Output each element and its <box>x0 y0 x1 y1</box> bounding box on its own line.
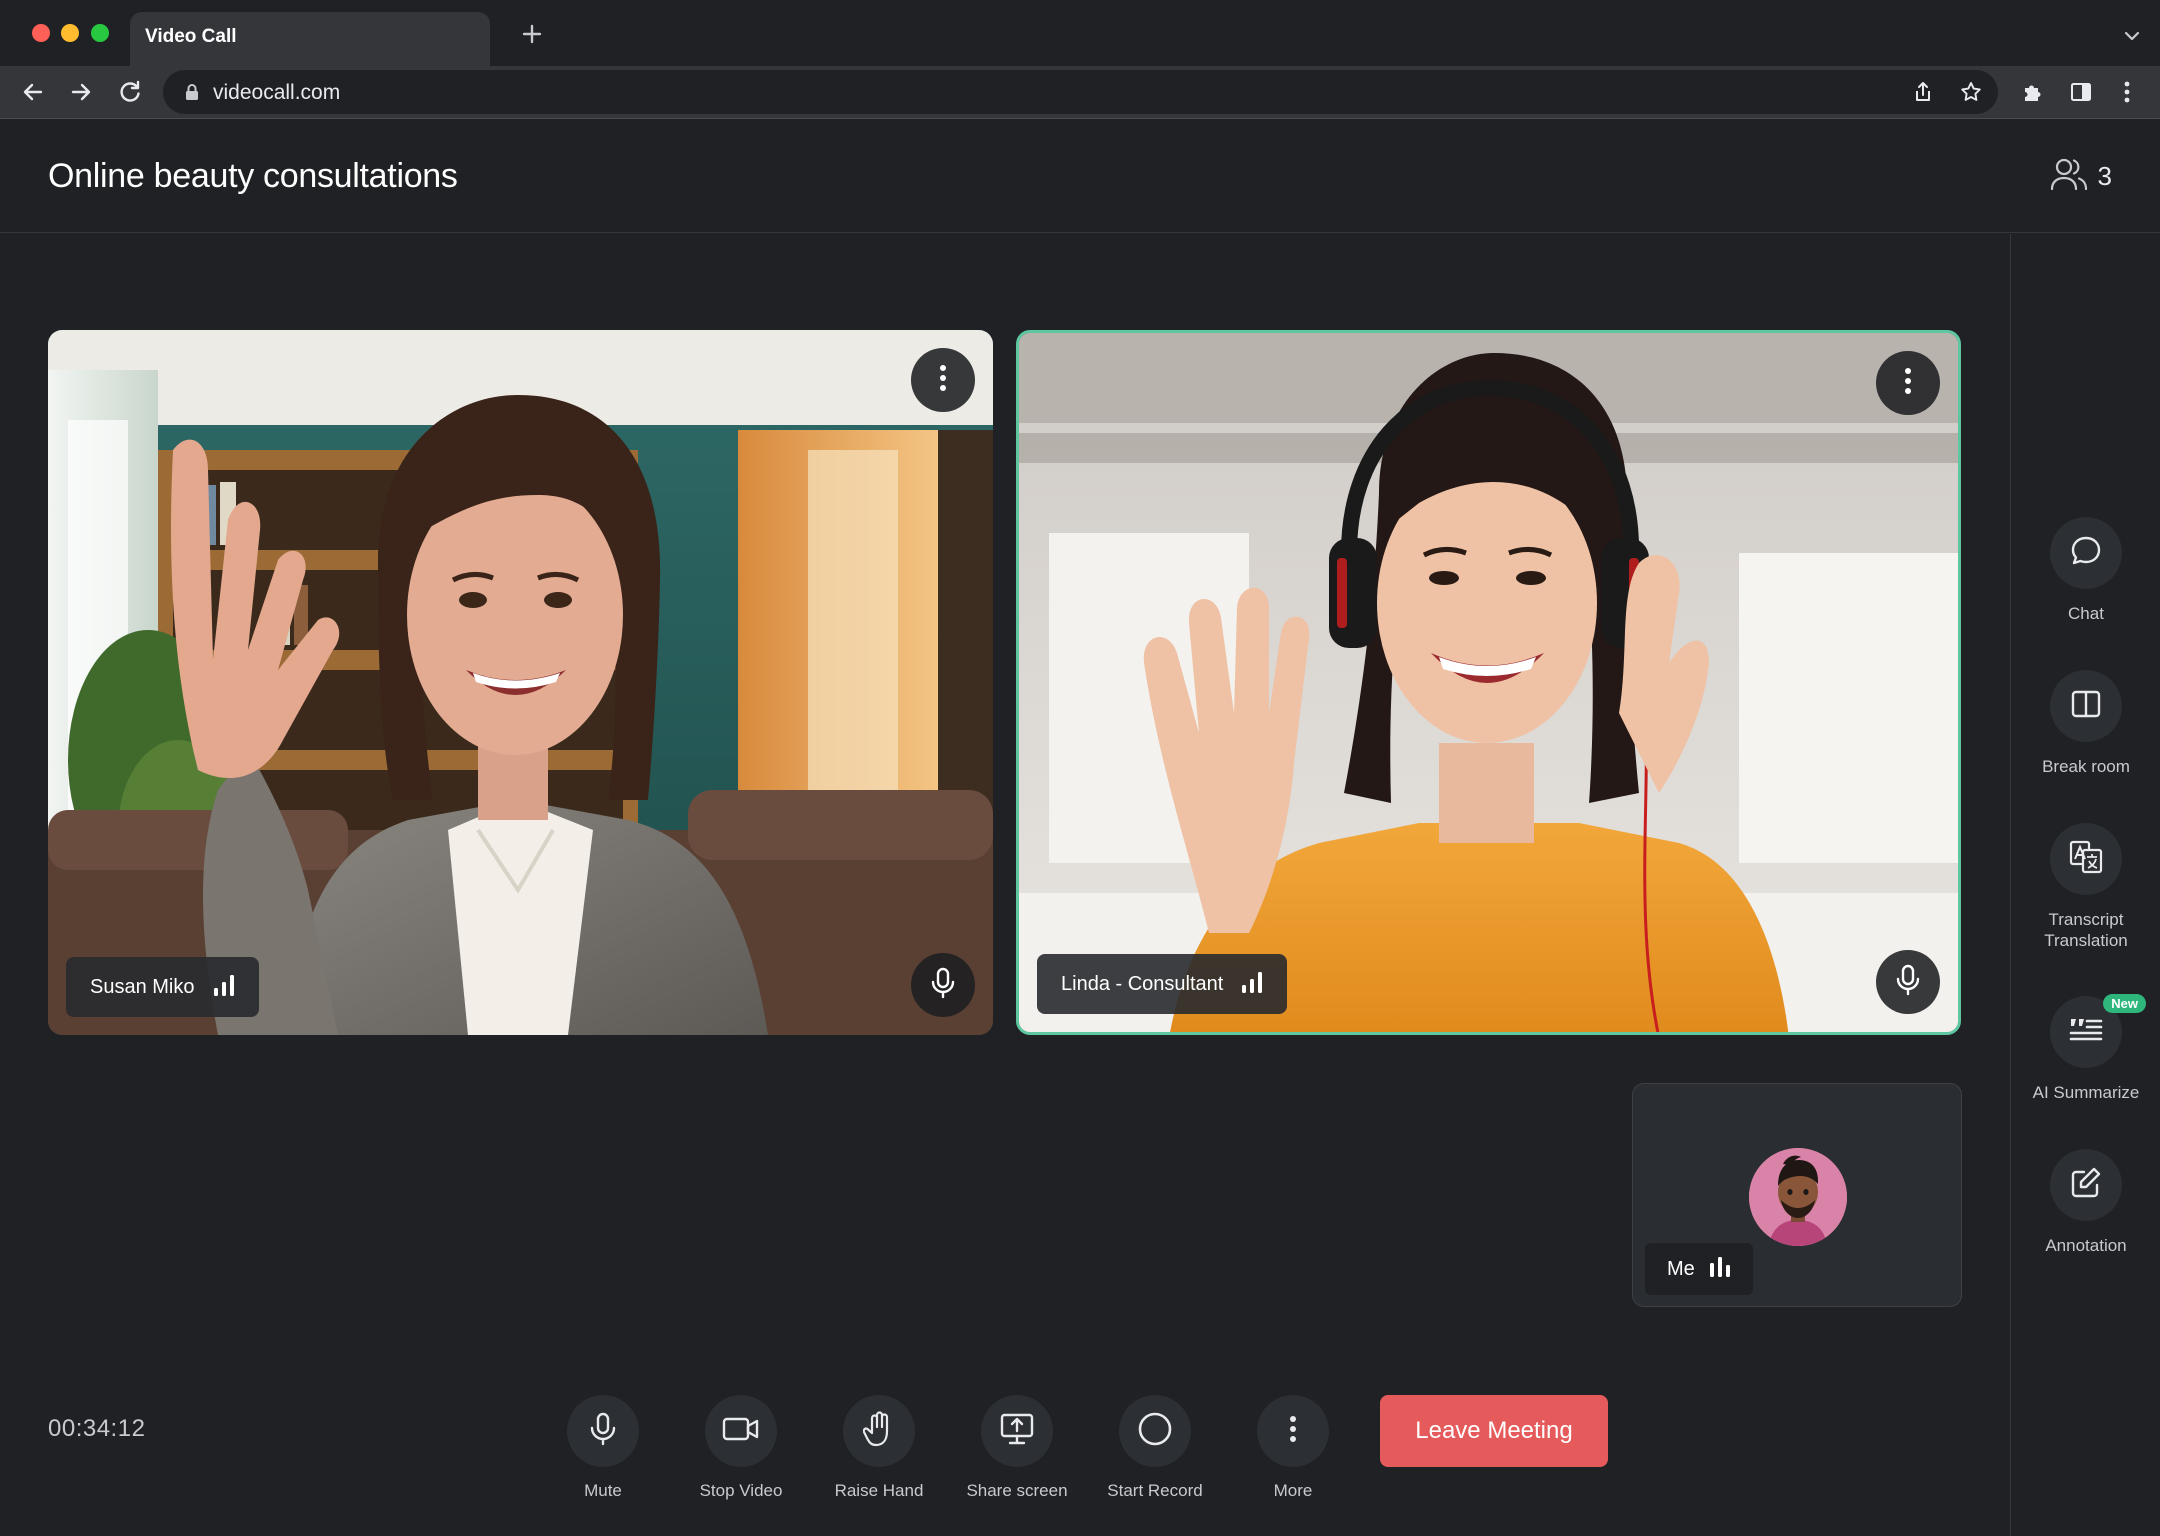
chat-icon <box>2069 534 2103 573</box>
participant-video-feed <box>48 330 993 1035</box>
stop-video-control[interactable]: Stop Video <box>676 1395 806 1501</box>
participant-mic-button[interactable] <box>911 953 975 1017</box>
participant-name-tag: Susan Miko <box>66 957 259 1017</box>
leave-meeting-button[interactable]: Leave Meeting <box>1380 1395 1608 1467</box>
more-control[interactable]: More <box>1228 1395 1358 1501</box>
ai-summarize-button[interactable]: New AI Summarize <box>2011 994 2160 1103</box>
maximize-window-button[interactable] <box>91 24 109 42</box>
more-vertical-icon <box>1288 1414 1298 1449</box>
hand-icon <box>862 1410 895 1452</box>
forward-arrow-icon[interactable] <box>66 77 96 107</box>
mute-button[interactable] <box>567 1395 639 1467</box>
microphone-icon <box>1895 964 1921 1001</box>
break-room-button-circle[interactable] <box>2050 670 2122 742</box>
extensions-puzzle-icon[interactable] <box>2018 77 2048 107</box>
self-name: Me <box>1667 1257 1695 1280</box>
minimize-window-button[interactable] <box>61 24 79 42</box>
break-room-icon <box>2069 687 2103 726</box>
participant-video-feed <box>1019 333 1958 1032</box>
chat-button-circle[interactable] <box>2050 517 2122 589</box>
annotation-button[interactable]: Annotation <box>2011 1149 2160 1256</box>
chevron-down-icon[interactable] <box>2120 24 2144 48</box>
annotation-button-circle[interactable] <box>2050 1149 2122 1221</box>
share-screen-button[interactable] <box>981 1395 1053 1467</box>
chat-button[interactable]: Chat <box>2011 517 2160 624</box>
lock-icon <box>177 77 207 107</box>
annotation-label: Annotation <box>2045 1236 2127 1255</box>
participants-button[interactable]: 3 <box>2050 157 2112 196</box>
participant-options-button[interactable] <box>1876 351 1940 415</box>
ai-summarize-button-circle[interactable]: New <box>2050 994 2146 1068</box>
participant-mic-button[interactable] <box>1876 950 1940 1014</box>
raise-hand-control[interactable]: Raise Hand <box>814 1395 944 1501</box>
tab-title: Video Call <box>145 26 237 47</box>
browser-tab[interactable]: Video Call <box>130 12 490 66</box>
microphone-icon <box>930 967 956 1004</box>
stop-video-label: Stop Video <box>699 1481 783 1500</box>
more-vertical-icon <box>1903 366 1913 401</box>
new-tab-icon[interactable] <box>518 20 546 48</box>
transcript-translation-button[interactable]: Transcript Translation <box>2011 823 2160 951</box>
self-view-tile[interactable]: Me <box>1632 1083 1962 1307</box>
close-window-button[interactable] <box>32 24 50 42</box>
avatar <box>1749 1148 1847 1246</box>
start-record-control[interactable]: Start Record <box>1090 1395 1220 1501</box>
more-vertical-icon <box>938 363 948 398</box>
share-screen-icon <box>999 1412 1035 1451</box>
share-screen-control[interactable]: Share screen <box>952 1395 1082 1501</box>
side-panel-icon[interactable] <box>2066 77 2096 107</box>
address-bar[interactable]: videocall.com <box>163 70 1998 114</box>
tools-sidebar: Chat Break room Transcript Translation N… <box>2010 234 2160 1536</box>
mute-control[interactable]: Mute <box>538 1395 668 1501</box>
bookmark-star-icon[interactable] <box>1956 77 1986 107</box>
annotation-icon <box>2069 1166 2103 1205</box>
audio-level-icon <box>1709 1255 1731 1284</box>
participant-options-button[interactable] <box>911 348 975 412</box>
participant-video-linda[interactable]: Linda - Consultant <box>1016 330 1961 1035</box>
self-name-tag: Me <box>1645 1243 1753 1295</box>
summarize-icon <box>2068 1015 2104 1050</box>
participant-name: Linda - Consultant <box>1061 972 1224 995</box>
transcript-translation-label: Transcript Translation <box>2044 910 2128 950</box>
microphone-icon <box>589 1412 617 1451</box>
back-arrow-icon[interactable] <box>18 77 48 107</box>
participant-count: 3 <box>2097 161 2112 191</box>
page-title: Online beauty consultations <box>48 157 458 195</box>
video-camera-icon <box>722 1416 760 1447</box>
new-badge: New <box>2103 994 2146 1013</box>
share-icon[interactable] <box>1908 77 1938 107</box>
url-text: videocall.com <box>213 81 341 104</box>
break-room-label: Break room <box>2042 757 2130 776</box>
more-button[interactable] <box>1257 1395 1329 1467</box>
share-screen-label: Share screen <box>966 1481 1068 1500</box>
reload-icon[interactable] <box>115 77 145 107</box>
record-icon <box>1137 1411 1173 1452</box>
more-label: More <box>1273 1481 1313 1500</box>
chat-label: Chat <box>2068 604 2104 623</box>
raise-hand-label: Raise Hand <box>834 1481 924 1500</box>
transcript-translation-button-circle[interactable] <box>2050 823 2122 895</box>
browser-tab-bar: Video Call <box>0 0 2160 66</box>
participant-video-susan[interactable]: Susan Miko <box>48 330 993 1035</box>
break-room-button[interactable]: Break room <box>2011 670 2160 777</box>
translate-icon <box>2068 839 2104 880</box>
raise-hand-button[interactable] <box>843 1395 915 1467</box>
start-record-button[interactable] <box>1119 1395 1191 1467</box>
stop-video-button[interactable] <box>705 1395 777 1467</box>
meeting-header: Online beauty consultations 3 <box>0 119 2160 233</box>
start-record-label: Start Record <box>1107 1481 1203 1500</box>
meeting-timer: 00:34:12 <box>48 1415 146 1442</box>
ai-summarize-label: AI Summarize <box>2032 1083 2140 1102</box>
mute-label: Mute <box>584 1481 622 1500</box>
browser-toolbar: videocall.com <box>0 66 2160 118</box>
signal-strength-icon <box>1241 970 1263 999</box>
browser-menu-icon[interactable] <box>2112 77 2142 107</box>
signal-strength-icon <box>213 973 235 1002</box>
people-icon <box>2050 157 2088 196</box>
participant-name-tag: Linda - Consultant <box>1037 954 1288 1014</box>
participant-name: Susan Miko <box>90 975 195 998</box>
